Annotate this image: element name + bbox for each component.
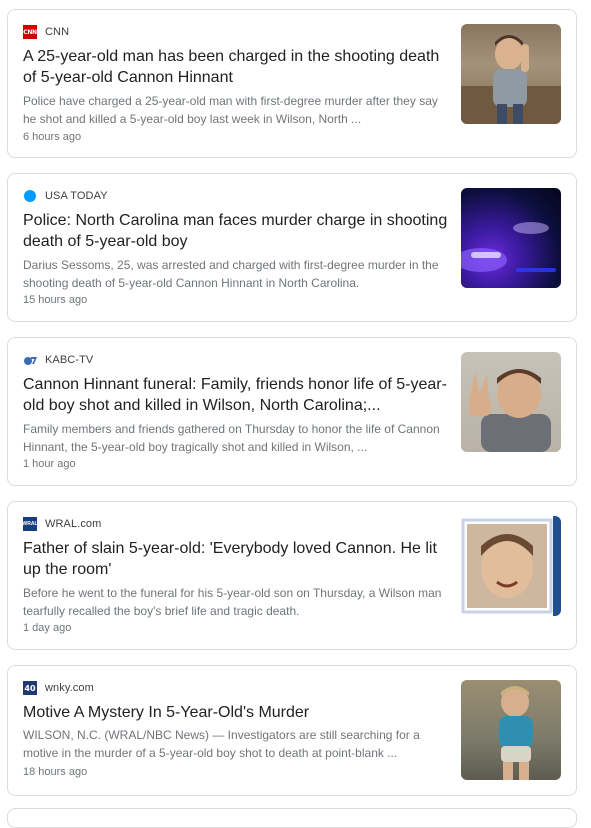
boy-photo-icon: [469, 369, 551, 452]
usa-today-logo: [24, 190, 36, 202]
snippet: Darius Sessoms, 25, was arrested and cha…: [23, 258, 439, 290]
framed-portrait-icon: [461, 516, 561, 616]
news-card-wral[interactable]: WRAL WRAL.com Father of slain 5-year-old…: [7, 501, 577, 650]
source-name: wnky.com: [45, 682, 94, 694]
source-name: WRAL.com: [45, 518, 102, 530]
wnky-40-logo: 40: [23, 681, 37, 695]
abc7-logo: [23, 353, 37, 367]
timestamp: 15 hours ago: [23, 294, 88, 306]
snippet: Police have charged a 25-year-old man wi…: [23, 94, 438, 126]
source-row: USA TODAY: [23, 188, 108, 204]
timestamp: 6 hours ago: [23, 131, 82, 143]
thumbnail-image[interactable]: [461, 24, 561, 124]
timestamp: 18 hours ago: [23, 766, 88, 778]
wral-logo: WRAL: [23, 517, 38, 531]
cnn-logo: CNN: [23, 25, 37, 39]
headline-link[interactable]: Motive A Mystery In 5-Year-Old's Murder: [23, 702, 448, 723]
timestamp: 1 day ago: [23, 622, 72, 634]
snippet: WILSON, N.C. (WRAL/NBC News) — Investiga…: [23, 728, 420, 760]
source-row: 40 wnky.com: [23, 680, 94, 696]
source-name: CNN: [45, 26, 70, 38]
source-name: KABC-TV: [45, 354, 94, 366]
source-name: USA TODAY: [45, 190, 108, 202]
thumbnail-image[interactable]: [461, 352, 561, 452]
news-card-partial[interactable]: [7, 808, 577, 828]
source-row: CNN CNN: [23, 24, 69, 40]
source-row: WRAL WRAL.com: [23, 516, 101, 532]
thumbnail-image[interactable]: [461, 680, 561, 780]
abc7-icon: [24, 357, 37, 365]
headline-link[interactable]: A 25-year-old man has been charged in th…: [23, 46, 448, 88]
headline-link[interactable]: Father of slain 5-year-old: 'Everybody l…: [23, 538, 448, 580]
source-row: KABC-TV: [23, 352, 93, 368]
snippet: Before he went to the funeral for his 5-…: [23, 586, 442, 618]
news-card-usa-today[interactable]: USA TODAY Police: North Carolina man fac…: [7, 173, 577, 322]
snippet: Family members and friends gathered on T…: [23, 422, 440, 454]
thumbnail-image[interactable]: [461, 188, 561, 288]
news-card-wnky[interactable]: 40 wnky.com Motive A Mystery In 5-Year-O…: [7, 665, 577, 796]
headline-link[interactable]: Cannon Hinnant funeral: Family, friends …: [23, 374, 448, 416]
thumbnail-image[interactable]: [461, 516, 561, 616]
headline-link[interactable]: Police: North Carolina man faces murder …: [23, 210, 448, 252]
boy-photo-icon: [499, 686, 533, 780]
boy-photo-icon: [461, 35, 561, 124]
news-card-kabc[interactable]: KABC-TV Cannon Hinnant funeral: Family, …: [7, 337, 577, 486]
police-lights-icon: [461, 222, 556, 272]
news-card-cnn[interactable]: CNN CNN A 25-year-old man has been charg…: [7, 9, 577, 158]
timestamp: 1 hour ago: [23, 458, 76, 470]
